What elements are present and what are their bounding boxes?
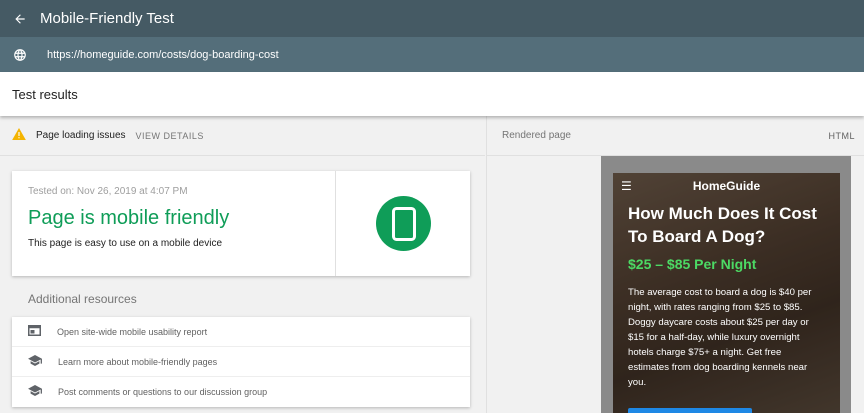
resource-label: Post comments or questions to our discus… — [58, 387, 268, 397]
url-text[interactable]: https://homeguide.com/costs/dog-boarding… — [47, 49, 279, 61]
additional-resources-list: Open site-wide mobile usability report L… — [12, 317, 470, 407]
app-header: Mobile-Friendly Test — [0, 0, 864, 37]
tested-on-timestamp: Tested on: Nov 26, 2019 at 4:07 PM — [28, 186, 188, 197]
verdict-heading: Page is mobile friendly — [28, 207, 230, 229]
page-loading-issues-label: Page loading issues — [36, 130, 126, 141]
card-divider — [335, 171, 336, 276]
resource-label: Learn more about mobile-friendly pages — [58, 356, 218, 367]
results-title: Test results — [12, 86, 78, 102]
rendered-page-tab[interactable]: Rendered page — [502, 130, 571, 141]
html-tab[interactable]: HTML — [829, 131, 856, 141]
school-icon — [28, 383, 42, 401]
page-loading-issues-bar: Page loading issues VIEW DETAILS — [0, 116, 485, 156]
phone-preview-frame: ☰ HomeGuide How Much Does It Cost To Boa… — [601, 156, 851, 413]
rendered-page-pane: Rendered page HTML ☰ HomeGuide How Much … — [486, 116, 864, 413]
back-arrow-icon[interactable] — [0, 0, 40, 37]
rendered-page-bar: Rendered page HTML — [487, 116, 864, 156]
url-bar: https://homeguide.com/costs/dog-boarding… — [0, 37, 864, 72]
globe-icon — [0, 48, 40, 62]
resource-learn-more[interactable]: Learn more about mobile-friendly pages — [12, 347, 470, 377]
verdict-subtitle: This page is easy to use on a mobile dev… — [28, 238, 222, 249]
cta-button — [628, 408, 752, 413]
mobile-phone-icon — [376, 196, 431, 251]
additional-resources-heading: Additional resources — [28, 292, 137, 306]
school-icon — [28, 353, 42, 371]
rendered-page-screenshot[interactable]: ☰ HomeGuide How Much Does It Cost To Boa… — [613, 173, 840, 413]
results-header: Test results — [0, 72, 864, 116]
resource-usability-report[interactable]: Open site-wide mobile usability report — [12, 317, 470, 347]
window-icon — [28, 323, 41, 341]
results-pane: Page loading issues VIEW DETAILS Tested … — [0, 116, 485, 413]
warning-icon — [12, 127, 26, 145]
site-logo: HomeGuide — [692, 179, 761, 193]
hero-title: How Much Does It Cost To Board A Dog? — [628, 204, 817, 246]
result-card: Tested on: Nov 26, 2019 at 4:07 PM Page … — [12, 171, 470, 276]
result-summary: Tested on: Nov 26, 2019 at 4:07 PM Page … — [12, 171, 335, 276]
resource-discussion-group[interactable]: Post comments or questions to our discus… — [12, 377, 470, 407]
app-title: Mobile-Friendly Test — [40, 10, 174, 27]
view-details-button[interactable]: VIEW DETAILS — [136, 131, 204, 141]
hero-description: The average cost to board a dog is $40 p… — [628, 287, 812, 388]
site-nav: ☰ HomeGuide — [613, 173, 840, 199]
resource-label: Open site-wide mobile usability report — [57, 326, 208, 337]
hero-price: $25 – $85 Per Night — [628, 256, 757, 272]
